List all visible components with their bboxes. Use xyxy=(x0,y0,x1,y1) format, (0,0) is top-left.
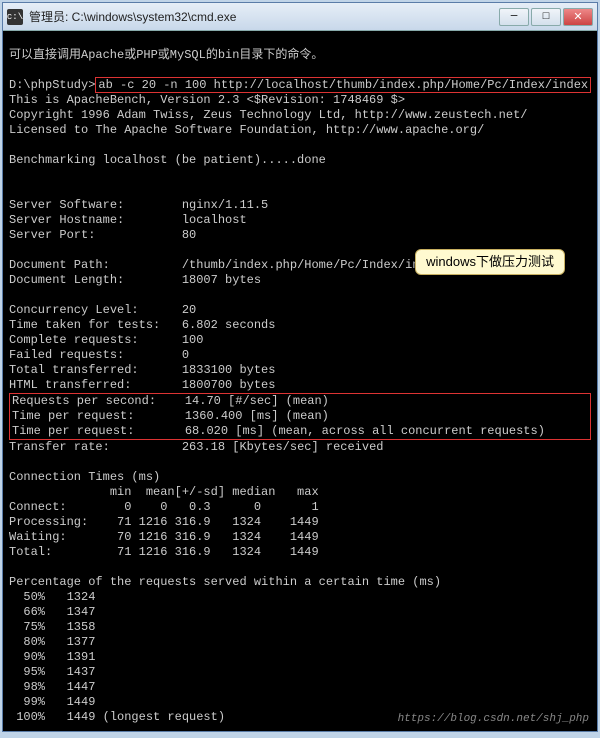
pct-row-6: 98% 1447 xyxy=(9,680,95,694)
transfer-value: 263.18 [Kbytes/sec] received xyxy=(182,440,384,454)
maximize-button[interactable]: □ xyxy=(531,8,561,26)
ab-header-1: Copyright 1996 Adam Twiss, Zeus Technolo… xyxy=(9,108,527,122)
terminal-content[interactable]: 可以直接调用Apache或PHP或MySQL的bin目录下的命令。 D:\php… xyxy=(3,31,597,731)
time-value: 6.802 seconds xyxy=(182,318,276,332)
benchmark-line: Benchmarking localhost (be patient).....… xyxy=(9,153,326,167)
window-controls: ─ □ ✕ xyxy=(499,8,593,26)
rps-label: Requests per second: xyxy=(12,394,156,408)
html-trans-value: 1800700 bytes xyxy=(182,378,276,392)
pct-row-1: 66% 1347 xyxy=(9,605,95,619)
pct-header: Percentage of the requests served within… xyxy=(9,575,441,589)
minimize-button[interactable]: ─ xyxy=(499,8,529,26)
annotation-label: windows下做压力测试 xyxy=(415,249,565,275)
doc-length-label: Document Length: xyxy=(9,273,124,287)
failed-label: Failed requests: xyxy=(9,348,124,362)
conc-label: Concurrency Level: xyxy=(9,303,139,317)
complete-value: 100 xyxy=(182,333,204,347)
pct-row-8: 100% 1449 (longest request) xyxy=(9,710,225,724)
watermark: https://blog.csdn.net/shj_php xyxy=(398,713,589,727)
window-title: 管理员: C:\windows\system32\cmd.exe xyxy=(29,8,499,25)
rps-value: 14.70 [#/sec] (mean) xyxy=(185,394,329,408)
failed-value: 0 xyxy=(182,348,189,362)
doc-length-value: 18007 bytes xyxy=(182,273,261,287)
total-trans-value: 1833100 bytes xyxy=(182,363,276,377)
complete-label: Complete requests: xyxy=(9,333,139,347)
tpr2-label: Time per request: xyxy=(12,424,134,438)
total-trans-label: Total transferred: xyxy=(9,363,139,377)
tpr1-value: 1360.400 [ms] (mean) xyxy=(185,409,329,423)
cmd-icon: c:\ xyxy=(7,9,23,25)
conn-row-2: Waiting: 70 1216 316.9 1324 1449 xyxy=(9,530,319,544)
ab-command: ab -c 20 -n 100 http://localhost/thumb/i… xyxy=(95,77,591,93)
conn-row-1: Processing: 71 1216 316.9 1324 1449 xyxy=(9,515,319,529)
tpr1-label: Time per request: xyxy=(12,409,134,423)
server-hostname-value: localhost xyxy=(182,213,247,227)
pct-row-7: 99% 1449 xyxy=(9,695,95,709)
tpr2-value: 68.020 [ms] (mean, across all concurrent… xyxy=(185,424,545,438)
doc-path-value: /thumb/index.php/Home/Pc/Index/index xyxy=(182,258,441,272)
server-port-value: 80 xyxy=(182,228,196,242)
doc-path-label: Document Path: xyxy=(9,258,110,272)
pct-row-3: 80% 1377 xyxy=(9,635,95,649)
pct-row-0: 50% 1324 xyxy=(9,590,95,604)
intro-text: 可以直接调用Apache或PHP或MySQL的bin目录下的命令。 xyxy=(9,48,323,62)
server-hostname-label: Server Hostname: xyxy=(9,213,124,227)
close-button[interactable]: ✕ xyxy=(563,8,593,26)
server-software-label: Server Software: xyxy=(9,198,124,212)
perf-block: Requests per second: 14.70 [#/sec] (mean… xyxy=(9,393,591,440)
title-bar[interactable]: c:\ 管理员: C:\windows\system32\cmd.exe ─ □… xyxy=(3,3,597,31)
conn-times-header: Connection Times (ms) xyxy=(9,470,160,484)
conn-row-0: Connect: 0 0 0.3 0 1 xyxy=(9,500,319,514)
transfer-label: Transfer rate: xyxy=(9,440,110,454)
conn-row-3: Total: 71 1216 316.9 1324 1449 xyxy=(9,545,319,559)
html-trans-label: HTML transferred: xyxy=(9,378,131,392)
prompt: D:\phpStudy> xyxy=(9,78,95,92)
server-port-label: Server Port: xyxy=(9,228,95,242)
cmd-window: c:\ 管理员: C:\windows\system32\cmd.exe ─ □… xyxy=(2,2,598,732)
time-label: Time taken for tests: xyxy=(9,318,160,332)
pct-row-2: 75% 1358 xyxy=(9,620,95,634)
pct-row-5: 95% 1437 xyxy=(9,665,95,679)
server-software-value: nginx/1.11.5 xyxy=(182,198,268,212)
ab-header-0: This is ApacheBench, Version 2.3 <$Revis… xyxy=(9,93,405,107)
conn-cols: min mean[+/-sd] median max xyxy=(9,485,319,499)
pct-row-4: 90% 1391 xyxy=(9,650,95,664)
ab-header-2: Licensed to The Apache Software Foundati… xyxy=(9,123,484,137)
conc-value: 20 xyxy=(182,303,196,317)
